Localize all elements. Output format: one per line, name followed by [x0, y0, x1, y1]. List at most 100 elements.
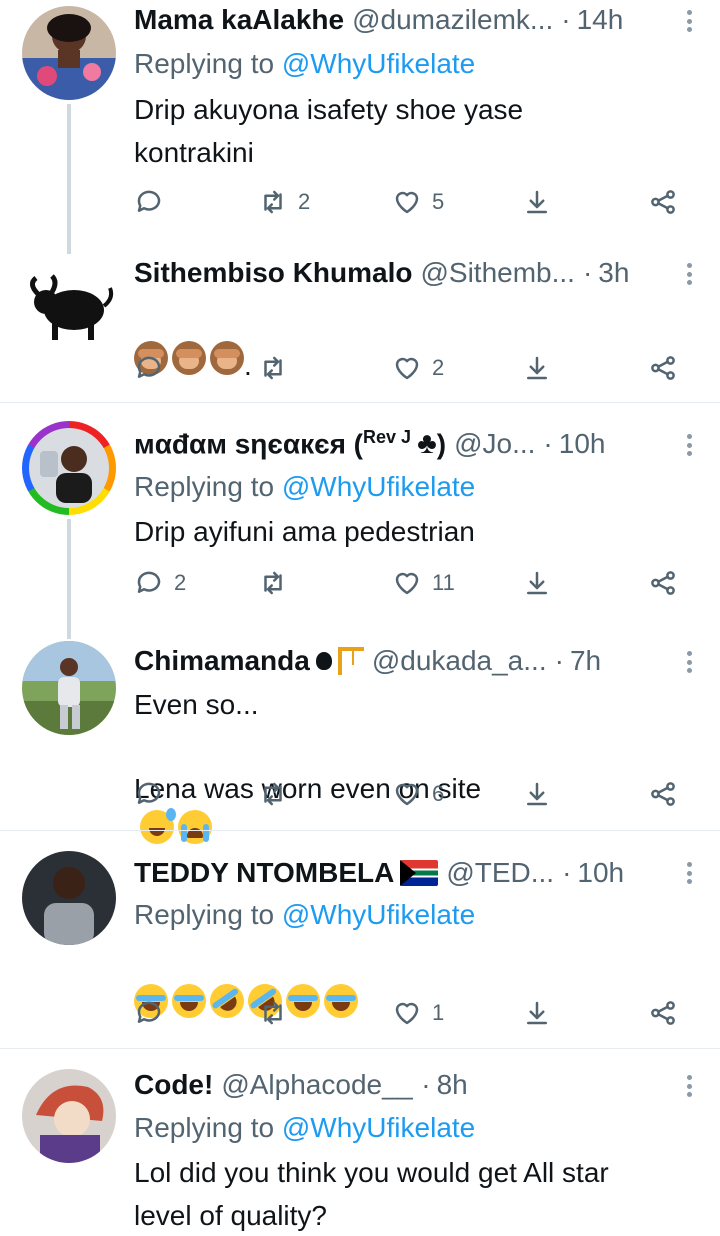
like-button[interactable]: 1 [392, 995, 444, 1031]
replying-to-label: Replying to [134, 48, 275, 79]
tweet-header: Mama kaAlakhe @dumazilemk... · 14h [134, 0, 670, 40]
avatar[interactable] [22, 1069, 116, 1163]
retweet-icon [264, 571, 282, 595]
replying-to-label: Replying to [134, 899, 275, 930]
retweet-button[interactable] [258, 565, 288, 601]
heart-icon [395, 1002, 419, 1025]
retweet-icon [264, 356, 282, 380]
share-menu-button[interactable] [648, 350, 678, 386]
avatar-image [22, 1069, 116, 1163]
action-bar: 2 5 [134, 184, 694, 220]
share-button[interactable] [522, 350, 552, 386]
display-name-sup: Rev J [363, 426, 412, 447]
share-icon [651, 782, 675, 806]
avatar[interactable] [22, 851, 116, 945]
tweet-header: TEDDY NTOMBELA @TED... · 10h [134, 853, 670, 893]
more-options-icon[interactable] [684, 259, 694, 289]
download-icon [527, 190, 547, 214]
avatar-image [29, 428, 109, 508]
share-menu-button[interactable] [648, 184, 678, 220]
retweet-button[interactable] [258, 350, 288, 386]
thread-line [67, 104, 71, 254]
like-button[interactable]: 6 [392, 776, 444, 812]
share-menu-button[interactable] [648, 995, 678, 1031]
separator-dot: · [543, 428, 553, 459]
retweet-button[interactable]: 2 [258, 184, 310, 220]
share-menu-button[interactable] [648, 776, 678, 812]
tweet-6[interactable]: Code! @Alphacode__ · 8h Replying to @Why… [0, 1049, 720, 1236]
like-button[interactable]: 11 [392, 565, 455, 601]
retweet-button[interactable] [258, 995, 288, 1031]
tweet-text: Lol did you think you would get All star… [134, 1157, 609, 1231]
user-handle[interactable]: @Jo... [454, 428, 535, 460]
share-icon [651, 190, 675, 214]
action-bar: 1 [134, 995, 694, 1031]
avatar[interactable] [22, 6, 116, 100]
timestamp[interactable]: 10h [559, 428, 606, 460]
replying-to-mention[interactable]: @WhyUfikelate [282, 899, 475, 930]
retweet-icon [264, 1001, 282, 1025]
timestamp[interactable]: 3h [598, 257, 629, 289]
user-handle[interactable]: @TED... [446, 857, 554, 889]
like-button[interactable]: 2 [392, 350, 444, 386]
user-handle[interactable]: @dumazilemk... [352, 4, 553, 36]
user-handle[interactable]: @Sithemb... [420, 257, 574, 289]
crane-icon [337, 647, 364, 675]
timestamp[interactable]: 14h [577, 4, 624, 36]
reply-button[interactable] [134, 184, 164, 220]
more-options-icon[interactable] [684, 6, 694, 36]
more-options-icon[interactable] [684, 647, 694, 677]
avatar[interactable] [22, 421, 116, 515]
tweet-2[interactable]: Sithembiso Khumalo @Sithemb... · 3h . 2 [0, 250, 720, 400]
reply-button[interactable] [134, 776, 164, 812]
tweet-4[interactable]: Chimamanda @dukada_a... · 7h Even so... … [0, 629, 720, 844]
timestamp[interactable]: 8h [437, 1069, 468, 1101]
like-count: 2 [432, 355, 445, 380]
reply-button[interactable]: 2 [134, 565, 186, 601]
avatar-image [22, 6, 116, 100]
reply-icon [137, 1001, 161, 1023]
avatar-image [22, 851, 116, 945]
like-button[interactable]: 5 [392, 184, 444, 220]
user-handle[interactable]: @Alphacode__ [221, 1069, 413, 1101]
display-name[interactable]: Mama kaAlakhe [134, 4, 344, 36]
reply-button[interactable] [134, 350, 164, 386]
display-name[interactable]: Sithembiso Khumalo [134, 257, 412, 289]
user-handle[interactable]: @dukada_a... [372, 645, 547, 677]
display-name[interactable]: мαđαм sηєαкєя (Rev J ♣) [134, 427, 446, 461]
share-icon [651, 571, 675, 595]
action-bar: 2 [134, 350, 694, 386]
share-menu-button[interactable] [648, 565, 678, 601]
share-button[interactable] [522, 565, 552, 601]
timestamp[interactable]: 7h [570, 645, 601, 677]
avatar-image [22, 641, 116, 735]
replying-to: Replying to @WhyUfikelate [134, 895, 475, 935]
share-button[interactable] [522, 776, 552, 812]
download-icon [527, 571, 547, 595]
retweet-button[interactable] [258, 776, 288, 812]
display-name[interactable]: Code! [134, 1069, 213, 1101]
tweet-5[interactable]: TEDDY NTOMBELA @TED... · 10h Replying to… [0, 831, 720, 1047]
avatar[interactable] [22, 641, 116, 735]
separator-dot: · [582, 257, 593, 288]
share-icon [651, 356, 675, 380]
display-name[interactable]: Chimamanda [134, 645, 310, 677]
share-button[interactable] [522, 184, 552, 220]
timestamp[interactable]: 10h [577, 857, 624, 889]
tweet-3[interactable]: мαđαм sηєαкєя (Rev J ♣) @Jo... · 10h Repl… [0, 403, 720, 639]
share-button[interactable] [522, 995, 552, 1031]
display-name-tail: ) [436, 428, 447, 460]
display-name[interactable]: TEDDY NTOMBELA [134, 857, 394, 889]
replying-to-label: Replying to [134, 471, 275, 502]
reply-button[interactable] [134, 995, 164, 1031]
south-africa-flag-icon [400, 860, 439, 886]
replying-to-mention[interactable]: @WhyUfikelate [282, 471, 475, 502]
more-options-icon[interactable] [684, 430, 694, 460]
replying-to-mention[interactable]: @WhyUfikelate [282, 48, 475, 79]
avatar[interactable] [22, 258, 116, 352]
retweet-icon [264, 782, 282, 806]
replying-to-mention[interactable]: @WhyUfikelate [282, 1112, 475, 1143]
more-options-icon[interactable] [684, 1071, 694, 1101]
more-options-icon[interactable] [684, 858, 694, 888]
tweet-1[interactable]: Mama kaAlakhe @dumazilemk... · 14h Reply… [0, 0, 720, 254]
